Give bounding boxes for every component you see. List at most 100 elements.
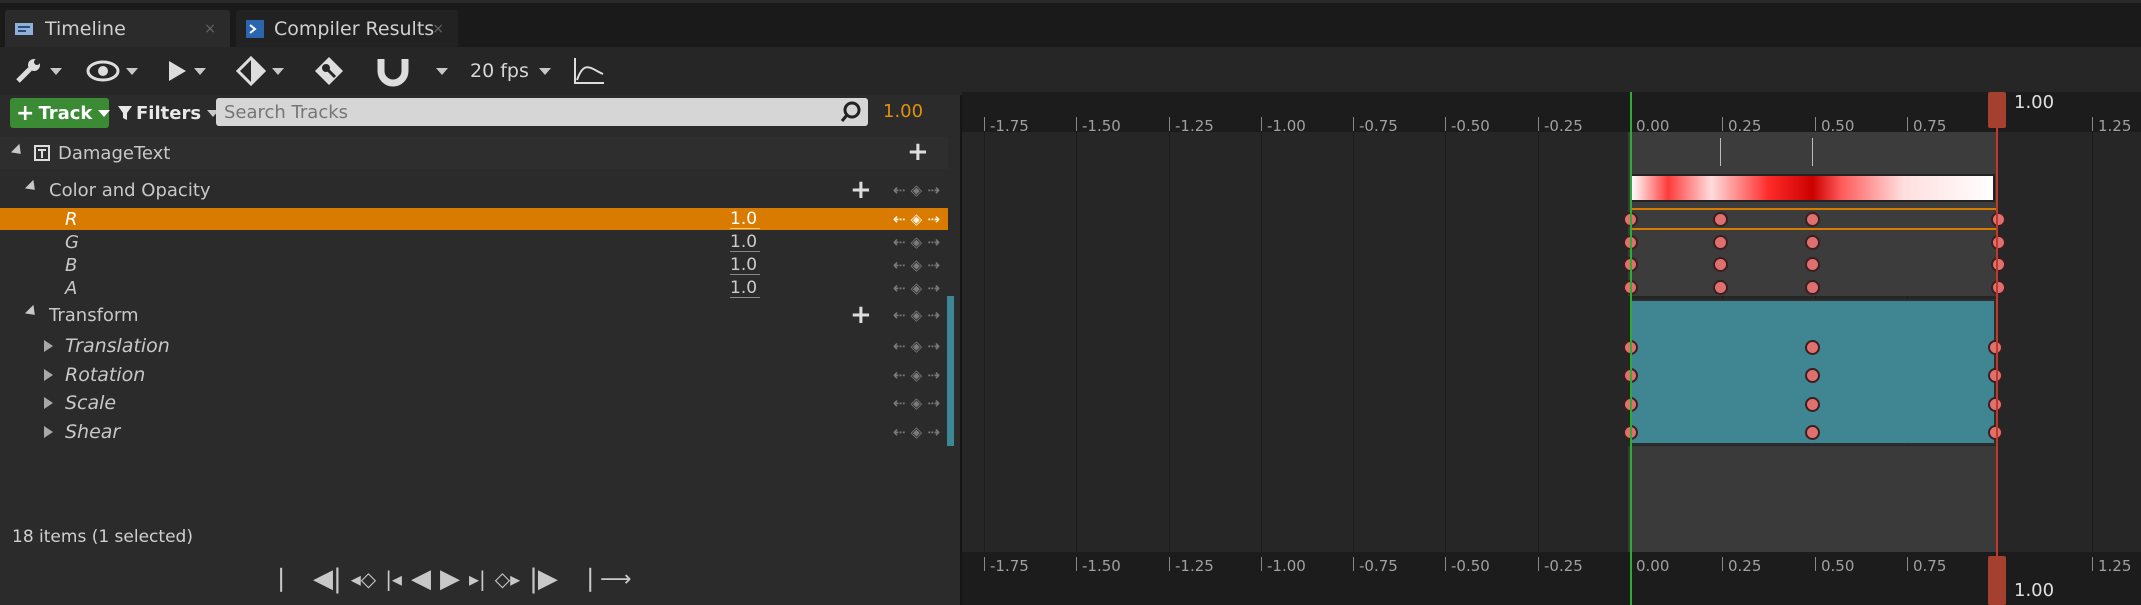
add-track-button[interactable]: + Track: [10, 98, 111, 128]
key-navigation[interactable]: ⇠ ◈ ⇢: [893, 233, 940, 251]
track-color-group[interactable]: Color and Opacity + ⇠ ◈ ⇢: [0, 176, 948, 204]
collapse-icon[interactable]: [10, 143, 26, 159]
channel-label: B: [65, 254, 78, 276]
channel-value[interactable]: 1.0: [730, 279, 760, 298]
compiler-icon: [246, 19, 264, 38]
keyframe-dot[interactable]: [1991, 280, 2006, 295]
keyframe-dot[interactable]: [1805, 280, 1820, 295]
track-shear[interactable]: Shear ⇠ ◈ ⇢: [0, 418, 948, 446]
keyframe-dot[interactable]: [1713, 257, 1728, 272]
key-navigation[interactable]: ⇠ ◈ ⇢: [893, 366, 940, 384]
auto-key-button[interactable]: [313, 55, 345, 87]
expand-icon[interactable]: [44, 397, 53, 409]
end-marker-line[interactable]: [1996, 92, 1998, 605]
key-navigation[interactable]: ⇠ ◈ ⇢: [893, 394, 940, 412]
keyframe-dot[interactable]: [1805, 368, 1820, 383]
play-icon[interactable]: ▶: [440, 564, 460, 594]
snapping-options-button[interactable]: [430, 55, 448, 87]
track-channel-a[interactable]: A 1.0 ⇠ ◈ ⇢: [0, 277, 948, 299]
tick-label: -0.25: [1544, 117, 1583, 135]
track-root-label: DamageText: [58, 142, 171, 164]
track-color-label: Color and Opacity: [49, 179, 211, 201]
search-icon[interactable]: [840, 101, 862, 123]
key-navigation[interactable]: ⇠ ◈ ⇢: [893, 181, 940, 199]
wrench-icon: [16, 59, 40, 83]
tab-compiler-results[interactable]: Compiler Results ×: [236, 10, 458, 47]
close-icon[interactable]: ×: [432, 21, 444, 37]
track-transform-group[interactable]: Transform + ⇠ ◈ ⇢: [0, 301, 948, 329]
play-options-button[interactable]: [166, 55, 206, 87]
snapping-button[interactable]: [376, 55, 410, 87]
channel-value[interactable]: 1.0: [730, 233, 760, 252]
end-marker-top[interactable]: [1988, 92, 2006, 128]
tick-label: -1.25: [1175, 557, 1214, 575]
filters-button[interactable]: Filters: [118, 98, 220, 128]
keyframe-dot[interactable]: [1991, 235, 2006, 250]
prev-keyframe-icon[interactable]: ◂◇: [351, 567, 376, 591]
keyframe-dot[interactable]: [1991, 257, 2006, 272]
key-navigation[interactable]: ⇠ ◈ ⇢: [893, 210, 940, 228]
end-marker-bottom[interactable]: [1988, 556, 2006, 605]
keyframe-dot[interactable]: [1713, 212, 1728, 227]
jump-end-icon[interactable]: ⎹: [567, 565, 591, 593]
keyframe-dot[interactable]: [1805, 257, 1820, 272]
key-navigation[interactable]: ⇠ ◈ ⇢: [893, 256, 940, 274]
channel-label: G: [65, 231, 79, 253]
playhead[interactable]: [1630, 92, 1632, 605]
track-root[interactable]: DamageText +: [0, 137, 948, 169]
tick-label: -0.75: [1359, 117, 1398, 135]
curve-editor-button[interactable]: [572, 55, 606, 87]
fps-dropdown[interactable]: 20 fps: [470, 55, 551, 87]
track-rotation[interactable]: Rotation ⇠ ◈ ⇢: [0, 361, 948, 389]
track-translation[interactable]: Translation ⇠ ◈ ⇢: [0, 332, 948, 360]
track-channel-g[interactable]: G 1.0 ⇠ ◈ ⇢: [0, 231, 948, 253]
keyframe-dot[interactable]: [1713, 235, 1728, 250]
view-options-button[interactable]: [86, 55, 138, 87]
keyframe-dot[interactable]: [1991, 212, 2006, 227]
tab-timeline[interactable]: Timeline ×: [5, 10, 230, 47]
channel-value[interactable]: 1.0: [730, 210, 760, 229]
jump-start-icon[interactable]: ⎸: [280, 565, 304, 593]
tick-label: -1.00: [1267, 557, 1306, 575]
key-interp-button[interactable]: [236, 55, 284, 87]
keyframe-dot[interactable]: [1713, 280, 1728, 295]
grid-line: [1169, 132, 1170, 552]
key-navigation[interactable]: ⇠ ◈ ⇢: [893, 279, 940, 297]
search-input[interactable]: [216, 98, 826, 126]
expand-icon[interactable]: [44, 426, 53, 438]
step-forward-icon[interactable]: ▸|: [469, 567, 486, 591]
keyframe-dot[interactable]: [1805, 212, 1820, 227]
keyframe-dot[interactable]: [1805, 425, 1820, 440]
keyframe-dot[interactable]: [1805, 235, 1820, 250]
next-keyframe-icon[interactable]: ◇▸: [495, 567, 520, 591]
step-back-icon[interactable]: |◂: [385, 567, 402, 591]
keyframe-dot[interactable]: [1805, 397, 1820, 412]
track-scale[interactable]: Scale ⇠ ◈ ⇢: [0, 389, 948, 417]
key-navigation[interactable]: ⇠ ◈ ⇢: [893, 423, 940, 441]
tick-label: 0.00: [1636, 117, 1670, 135]
expand-icon[interactable]: [44, 369, 53, 381]
channel-value[interactable]: 1.0: [730, 256, 760, 275]
track-channel-r[interactable]: R 1.0 ⇠ ◈ ⇢: [0, 208, 948, 230]
prev-key-icon[interactable]: ◀|: [313, 564, 342, 594]
key-navigation[interactable]: ⇠ ◈ ⇢: [893, 306, 940, 324]
add-icon[interactable]: +: [850, 302, 872, 328]
close-icon[interactable]: ×: [204, 21, 216, 37]
scrollbar[interactable]: [947, 296, 954, 446]
collapse-icon[interactable]: [24, 304, 40, 320]
next-key-icon[interactable]: |▶: [529, 564, 558, 594]
add-icon[interactable]: +: [850, 177, 872, 203]
expand-icon[interactable]: [44, 340, 53, 352]
color-gradient-bar[interactable]: [1630, 174, 1995, 202]
key-navigation[interactable]: ⇠ ◈ ⇢: [893, 337, 940, 355]
wrench-menu-button[interactable]: [14, 55, 62, 87]
add-icon[interactable]: +: [907, 139, 929, 165]
track-channel-b[interactable]: B 1.0 ⇠ ◈ ⇢: [0, 254, 948, 276]
transform-item-label: Translation: [65, 335, 170, 357]
keyframe-dot[interactable]: [1805, 340, 1820, 355]
loop-icon[interactable]: ⟶: [600, 567, 632, 592]
search-box[interactable]: [216, 98, 868, 126]
collapse-icon[interactable]: [24, 179, 40, 195]
reverse-icon[interactable]: ◀: [411, 564, 431, 594]
keyframe-icon: [236, 56, 266, 86]
